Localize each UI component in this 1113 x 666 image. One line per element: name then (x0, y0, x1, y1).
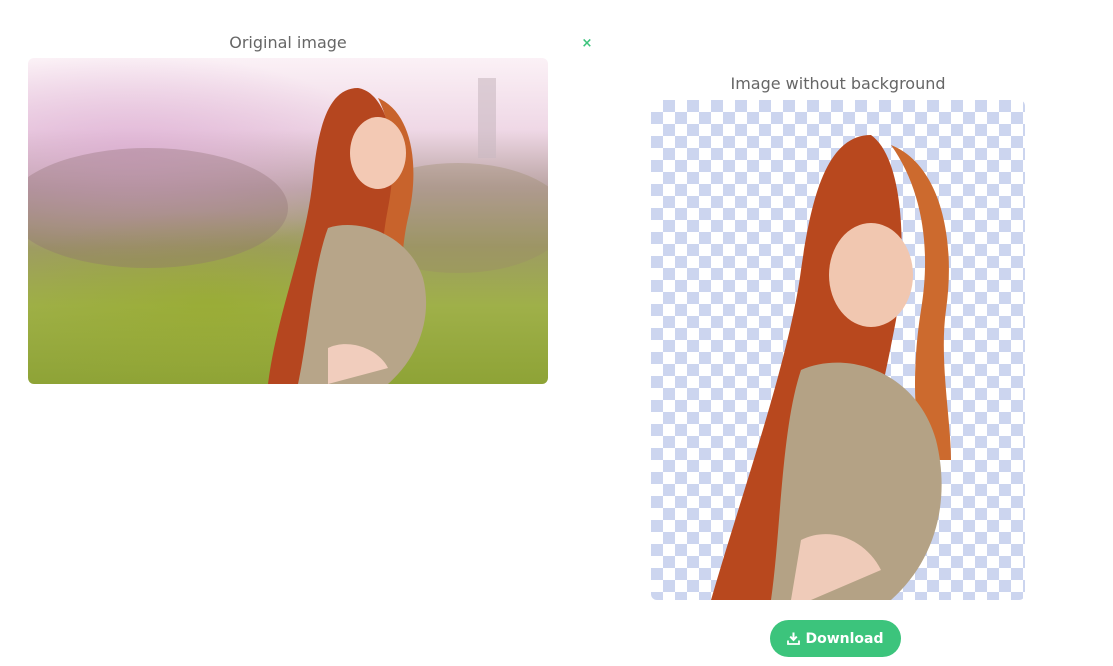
image-without-background (651, 100, 1025, 600)
original-photo-illustration (28, 78, 548, 384)
original-image-caption: Original image (229, 33, 347, 52)
close-button[interactable]: × (580, 36, 594, 52)
original-image (28, 58, 548, 384)
download-label: Download (805, 630, 884, 647)
result-image-caption: Image without background (730, 74, 946, 93)
remove-background-result-page: Original image × Image without backgroun… (0, 0, 1113, 666)
download-button[interactable]: Download (770, 620, 901, 657)
cutout-illustration (711, 135, 951, 600)
download-icon (787, 632, 801, 645)
